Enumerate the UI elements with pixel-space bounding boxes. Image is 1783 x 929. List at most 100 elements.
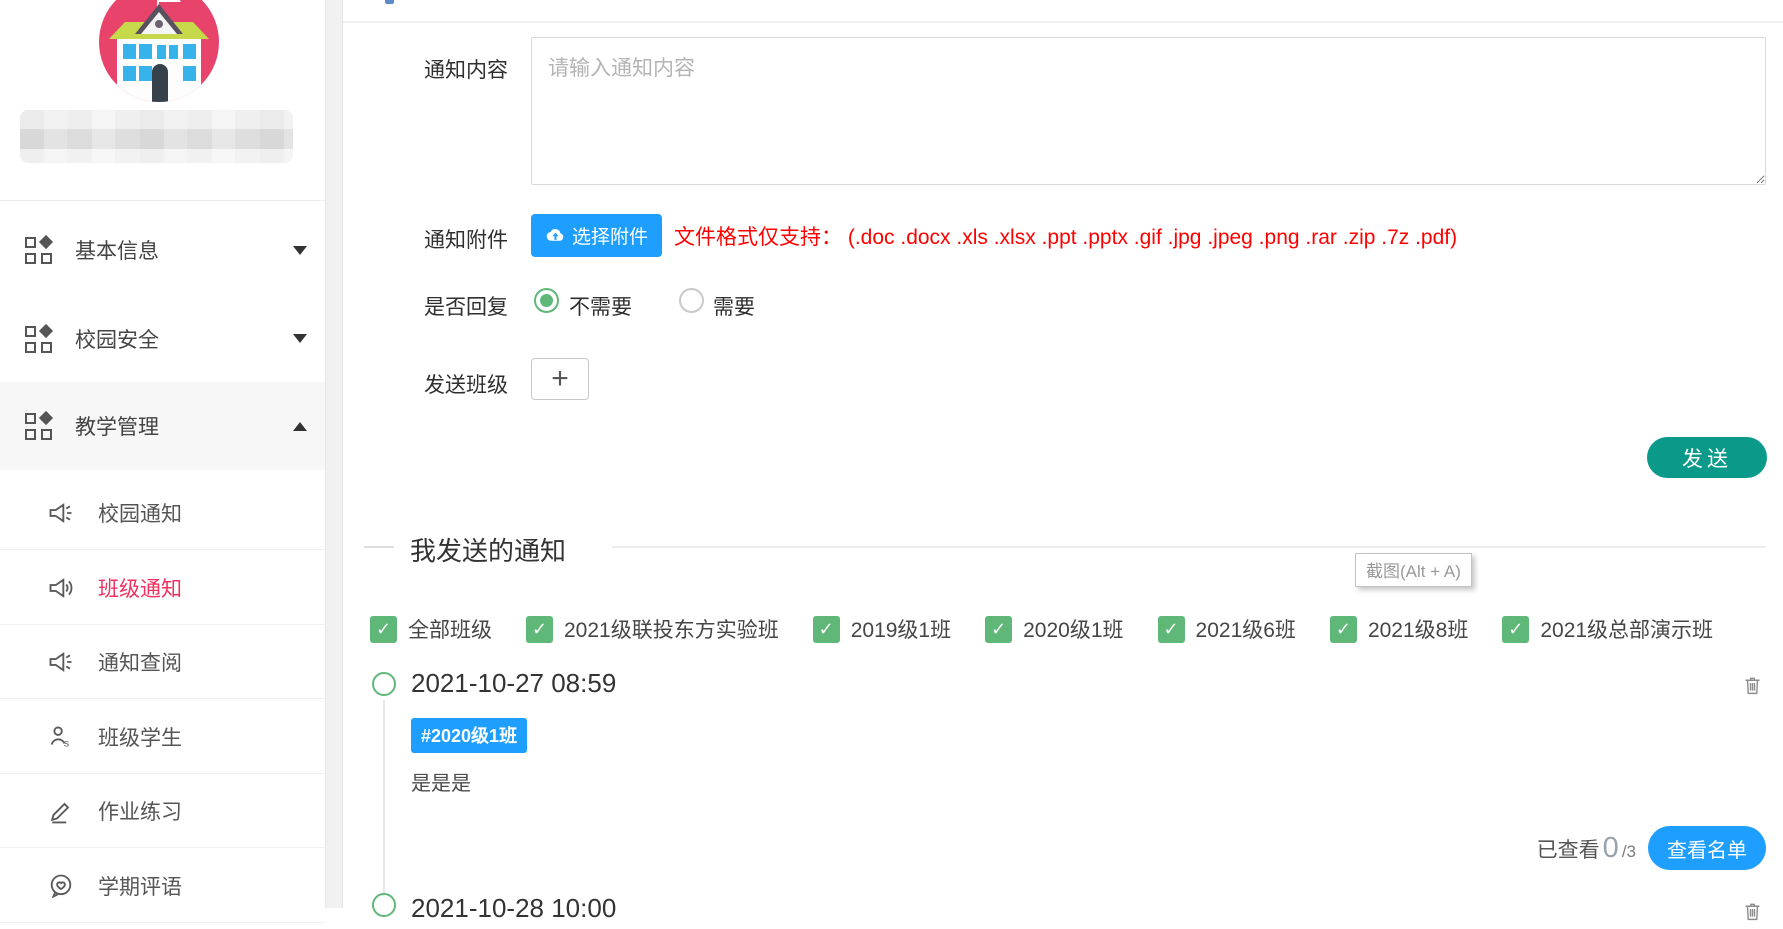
cloud-upload-icon <box>545 225 566 246</box>
notice-content-text: 是是是 <box>411 767 471 796</box>
sidebar-item-semester-comments[interactable]: 学期评语 <box>0 849 325 923</box>
delete-notice-button[interactable] <box>1742 899 1763 929</box>
sidebar-item-homework[interactable]: 作业练习 <box>0 774 325 848</box>
class-filter-label: 2019级1班 <box>851 614 951 644</box>
logo-window <box>123 44 136 59</box>
viewed-label: 已查看 <box>1537 834 1600 864</box>
sidebar-item-teaching-mgmt[interactable]: 教学管理 <box>0 382 325 470</box>
logo-window <box>183 66 196 81</box>
notice-content-label: 通知内容 <box>424 54 508 84</box>
screenshot-tooltip: 截图(Alt + A) <box>1355 553 1472 587</box>
school-name-blurred <box>20 110 293 163</box>
plus-icon: + <box>551 362 569 396</box>
comment-heart-icon <box>47 872 75 900</box>
checkbox-checked-icon[interactable] <box>813 616 840 643</box>
megaphone-icon <box>47 648 75 676</box>
sidebar-item-label: 班级学生 <box>98 722 182 752</box>
class-filters-row: 全部班级 2021级联投东方实验班 2019级1班 2020级1班 2021级6… <box>370 614 1713 644</box>
section-line <box>612 546 1766 548</box>
class-filter-label: 全部班级 <box>408 614 492 644</box>
timeline-line <box>383 700 385 893</box>
send-class-label: 发送班级 <box>424 369 508 399</box>
class-tag-badge: #2020级1班 <box>411 718 527 753</box>
notice-timestamp: 2021-10-28 10:00 <box>411 893 616 924</box>
logo-window <box>139 66 152 81</box>
class-filter[interactable]: 2019级1班 <box>813 614 951 644</box>
file-format-hint: 文件格式仅支持： (.doc .docx .xls .xlsx .ppt .pp… <box>674 221 1457 251</box>
logo-window <box>183 44 196 59</box>
checkbox-checked-icon[interactable] <box>526 616 553 643</box>
class-filter-label: 2021级联投东方实验班 <box>564 614 779 644</box>
sidebar-item-label: 班级通知 <box>98 573 182 603</box>
notice-content-input[interactable] <box>531 37 1766 185</box>
add-class-button[interactable]: + <box>531 358 589 400</box>
checkbox-checked-icon[interactable] <box>1502 616 1529 643</box>
sidebar-item-label: 教学管理 <box>75 411 159 441</box>
radio-need-reply[interactable] <box>679 288 704 313</box>
logo-pediment-window <box>155 20 163 28</box>
sent-section-title: 我发送的通知 <box>410 531 566 568</box>
class-filter[interactable]: 2021级总部演示班 <box>1502 614 1713 644</box>
checkbox-checked-icon[interactable] <box>370 616 397 643</box>
sidebar-item-label: 校园通知 <box>98 498 182 528</box>
logo-window <box>169 45 178 59</box>
sidebar-item-campus-notice[interactable]: 校园通知 <box>0 476 325 550</box>
megaphone-icon <box>47 499 75 527</box>
sidebar-divider <box>0 200 325 201</box>
cutoff-element <box>385 0 394 4</box>
section-dash <box>364 546 394 548</box>
speaker-icon <box>47 574 75 602</box>
choose-attachment-label: 选择附件 <box>572 222 648 249</box>
pencil-icon <box>47 797 75 825</box>
viewed-counter: 已查看 0 /3 <box>1537 832 1636 865</box>
sidebar-item-class-notice[interactable]: 班级通知 <box>0 551 325 625</box>
sidebar-item-label: 校园安全 <box>75 324 159 354</box>
class-filter[interactable]: 2021级6班 <box>1158 614 1296 644</box>
radio-no-reply[interactable] <box>534 288 559 313</box>
sidebar-item-basic-info[interactable]: 基本信息 <box>0 205 325 295</box>
sidebar-item-campus-safety[interactable]: 校园安全 <box>0 295 325 382</box>
delete-notice-button[interactable] <box>1742 673 1763 703</box>
choose-attachment-button[interactable]: 选择附件 <box>531 214 662 257</box>
class-filter[interactable]: 2020级1班 <box>985 614 1123 644</box>
class-filter[interactable]: 2021级8班 <box>1330 614 1468 644</box>
class-filter[interactable]: 2021级联投东方实验班 <box>526 614 779 644</box>
timeline-dot <box>372 672 396 696</box>
trash-icon <box>1742 899 1763 924</box>
radio-no-reply-label[interactable]: 不需要 <box>569 291 632 321</box>
checkbox-checked-icon[interactable] <box>1158 616 1185 643</box>
logo-window <box>139 44 152 59</box>
sidebar: 基本信息 校园安全 教学管理 校园通知 班级通知 通知查阅 <box>0 0 325 908</box>
checkbox-checked-icon[interactable] <box>985 616 1012 643</box>
logo-door <box>152 64 168 102</box>
class-filter-label: 2021级总部演示班 <box>1540 614 1713 644</box>
svg-text:s: s <box>64 737 69 749</box>
radio-need-reply-label[interactable]: 需要 <box>713 291 755 321</box>
checkbox-checked-icon[interactable] <box>1330 616 1357 643</box>
grid-icon <box>25 236 53 264</box>
timeline-dot <box>372 893 396 917</box>
logo-flag <box>159 0 181 2</box>
sidebar-item-notice-review[interactable]: 通知查阅 <box>0 625 325 699</box>
grid-icon <box>25 325 53 353</box>
viewed-total: /3 <box>1622 842 1636 862</box>
sidebar-item-class-students[interactable]: s 班级学生 <box>0 700 325 774</box>
sidebar-item-label: 作业练习 <box>98 796 182 826</box>
chevron-down-icon[interactable] <box>293 246 307 255</box>
sidebar-scrollbar[interactable] <box>325 0 343 908</box>
view-list-button[interactable]: 查看名单 <box>1648 826 1766 870</box>
trash-icon <box>1742 673 1763 698</box>
logo-window <box>157 45 166 59</box>
chevron-down-icon[interactable] <box>293 334 307 343</box>
class-filter[interactable]: 全部班级 <box>370 614 492 644</box>
class-filter-label: 2021级8班 <box>1368 614 1468 644</box>
grid-icon <box>25 412 53 440</box>
send-button[interactable]: 发送 <box>1647 437 1767 478</box>
reply-required-label: 是否回复 <box>424 291 508 321</box>
chevron-up-icon[interactable] <box>293 422 307 431</box>
logo-window <box>123 66 136 81</box>
notice-attachment-label: 通知附件 <box>424 224 508 254</box>
sidebar-item-label: 基本信息 <box>75 235 159 265</box>
viewed-row: 已查看 0 /3 查看名单 <box>1537 826 1766 870</box>
sidebar-item-label: 通知查阅 <box>98 647 182 677</box>
